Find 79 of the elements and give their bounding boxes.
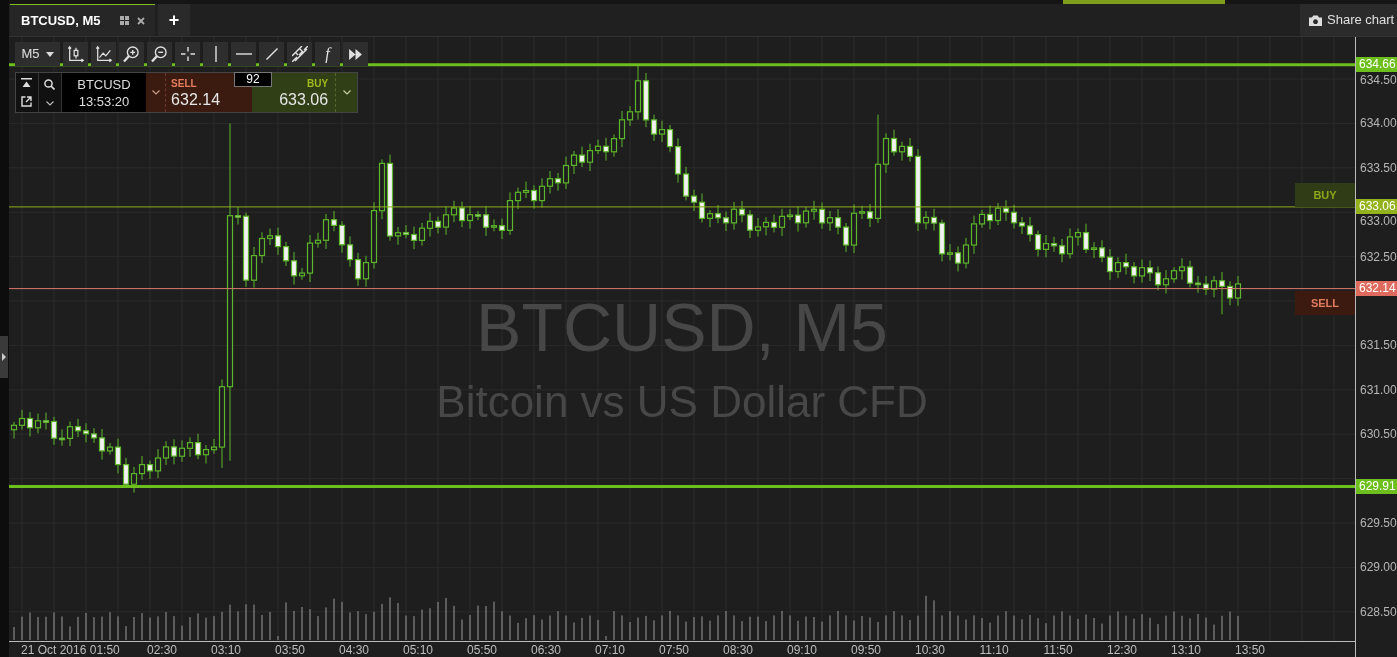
time-axis-label: 09:50 — [851, 643, 881, 657]
price-axis-label: 633.00 — [1360, 215, 1397, 227]
time-axis-label: 10:30 — [915, 643, 945, 657]
time-axis-label: 05:10 — [403, 643, 433, 657]
horizontal-line-button[interactable] — [231, 42, 256, 66]
time-axis-label: 05:50 — [467, 643, 497, 657]
diagonal-line-icon — [265, 48, 278, 60]
price-axis-label: 634.50 — [1360, 74, 1397, 86]
time-axis-label: 12:30 — [1107, 643, 1137, 657]
candle-chart-button[interactable] — [63, 42, 88, 66]
time-axis-label: 03:10 — [211, 643, 241, 657]
zoom-in-icon — [123, 45, 140, 63]
close-icon[interactable] — [137, 16, 145, 25]
time-axis-label: 13:50 — [1235, 643, 1265, 657]
trend-line-button[interactable] — [259, 42, 284, 66]
price-axis-label: 631.50 — [1360, 339, 1397, 351]
price-tag: 634.66 — [1356, 57, 1397, 73]
vertical-line-icon — [214, 46, 217, 62]
channel-button[interactable] — [287, 42, 312, 66]
horizontal-line-icon — [235, 53, 252, 55]
fast-forward-icon — [349, 48, 362, 60]
time-axis-label: 07:50 — [659, 643, 689, 657]
buy-price: 633.06 — [279, 89, 329, 109]
zoom-in-button[interactable] — [119, 42, 144, 66]
indicators-button[interactable]: f — [315, 42, 340, 66]
time-axis-label: 02:30 — [147, 643, 177, 657]
sell-label: SELL — [171, 76, 197, 90]
grid-icon[interactable] — [120, 16, 129, 25]
time-axis-label: 09:10 — [787, 643, 817, 657]
chart-sell-button[interactable]: SELL — [1295, 291, 1355, 315]
side-panel-handle[interactable] — [0, 336, 8, 378]
collapse-up-icon[interactable] — [21, 77, 33, 87]
popout-icon[interactable] — [21, 96, 33, 108]
caret-down-icon — [45, 51, 54, 57]
time-axis-label: 11:50 — [1043, 643, 1073, 657]
time-axis-label: 07:10 — [595, 643, 625, 657]
buy-label: BUY — [307, 76, 329, 90]
search-icon[interactable] — [44, 78, 56, 90]
crosshair-icon — [180, 47, 195, 61]
quote-time: 13:53:20 — [78, 92, 130, 110]
price-axis-label: 633.50 — [1360, 162, 1397, 174]
price-axis-label: 631.00 — [1360, 384, 1397, 396]
spread-badge: 92 — [234, 72, 272, 87]
price-axis-label: 629.00 — [1360, 561, 1397, 573]
sell-price: 632.14 — [171, 89, 221, 109]
camera-icon — [1309, 14, 1322, 26]
time-axis-label: 03:50 — [275, 643, 305, 657]
timeframe-dropdown[interactable]: M5 — [15, 42, 60, 66]
time-axis-label: 21 Oct 2016 01:50 — [21, 643, 120, 657]
symbol-name: BTCUSD — [77, 75, 131, 93]
price-axis-label: 629.50 — [1360, 517, 1397, 529]
zoom-out-icon — [151, 45, 168, 63]
chart-buy-button[interactable]: BUY — [1295, 183, 1355, 207]
price-axis-label: 628.50 — [1360, 606, 1397, 618]
line-chart-icon — [94, 45, 113, 63]
price-tag: 632.14 — [1356, 281, 1397, 297]
new-tab-button[interactable]: + — [158, 4, 190, 36]
time-axis-label: 06:30 — [531, 643, 561, 657]
crosshair-button[interactable] — [175, 42, 200, 66]
vertical-line-button[interactable] — [203, 42, 228, 66]
time-axis-label: 11:10 — [979, 643, 1009, 657]
scroll-to-end-button[interactable] — [343, 42, 368, 66]
chevron-down-icon — [342, 90, 351, 95]
time-axis-label: 13:10 — [1171, 643, 1201, 657]
chart-tab[interactable]: BTCUSD, M5 — [10, 4, 155, 36]
time-axis-label: 04:30 — [339, 643, 369, 657]
chevron-down-icon — [151, 90, 160, 95]
price-tag: 629.91 — [1356, 479, 1397, 495]
parallel-lines-icon — [291, 46, 308, 62]
line-chart-button[interactable] — [91, 42, 116, 66]
candlestick-icon — [66, 45, 85, 63]
zoom-out-button[interactable] — [147, 42, 172, 66]
time-axis-label: 08:30 — [723, 643, 753, 657]
price-axis-label: 630.50 — [1360, 428, 1397, 440]
price-axis-label: 634.00 — [1360, 117, 1397, 129]
chevron-down-icon[interactable] — [45, 101, 54, 107]
price-tag: 633.06 — [1356, 199, 1397, 215]
price-axis-label: 632.50 — [1360, 251, 1397, 263]
share-chart-button[interactable]: Share chart — [1300, 4, 1397, 36]
